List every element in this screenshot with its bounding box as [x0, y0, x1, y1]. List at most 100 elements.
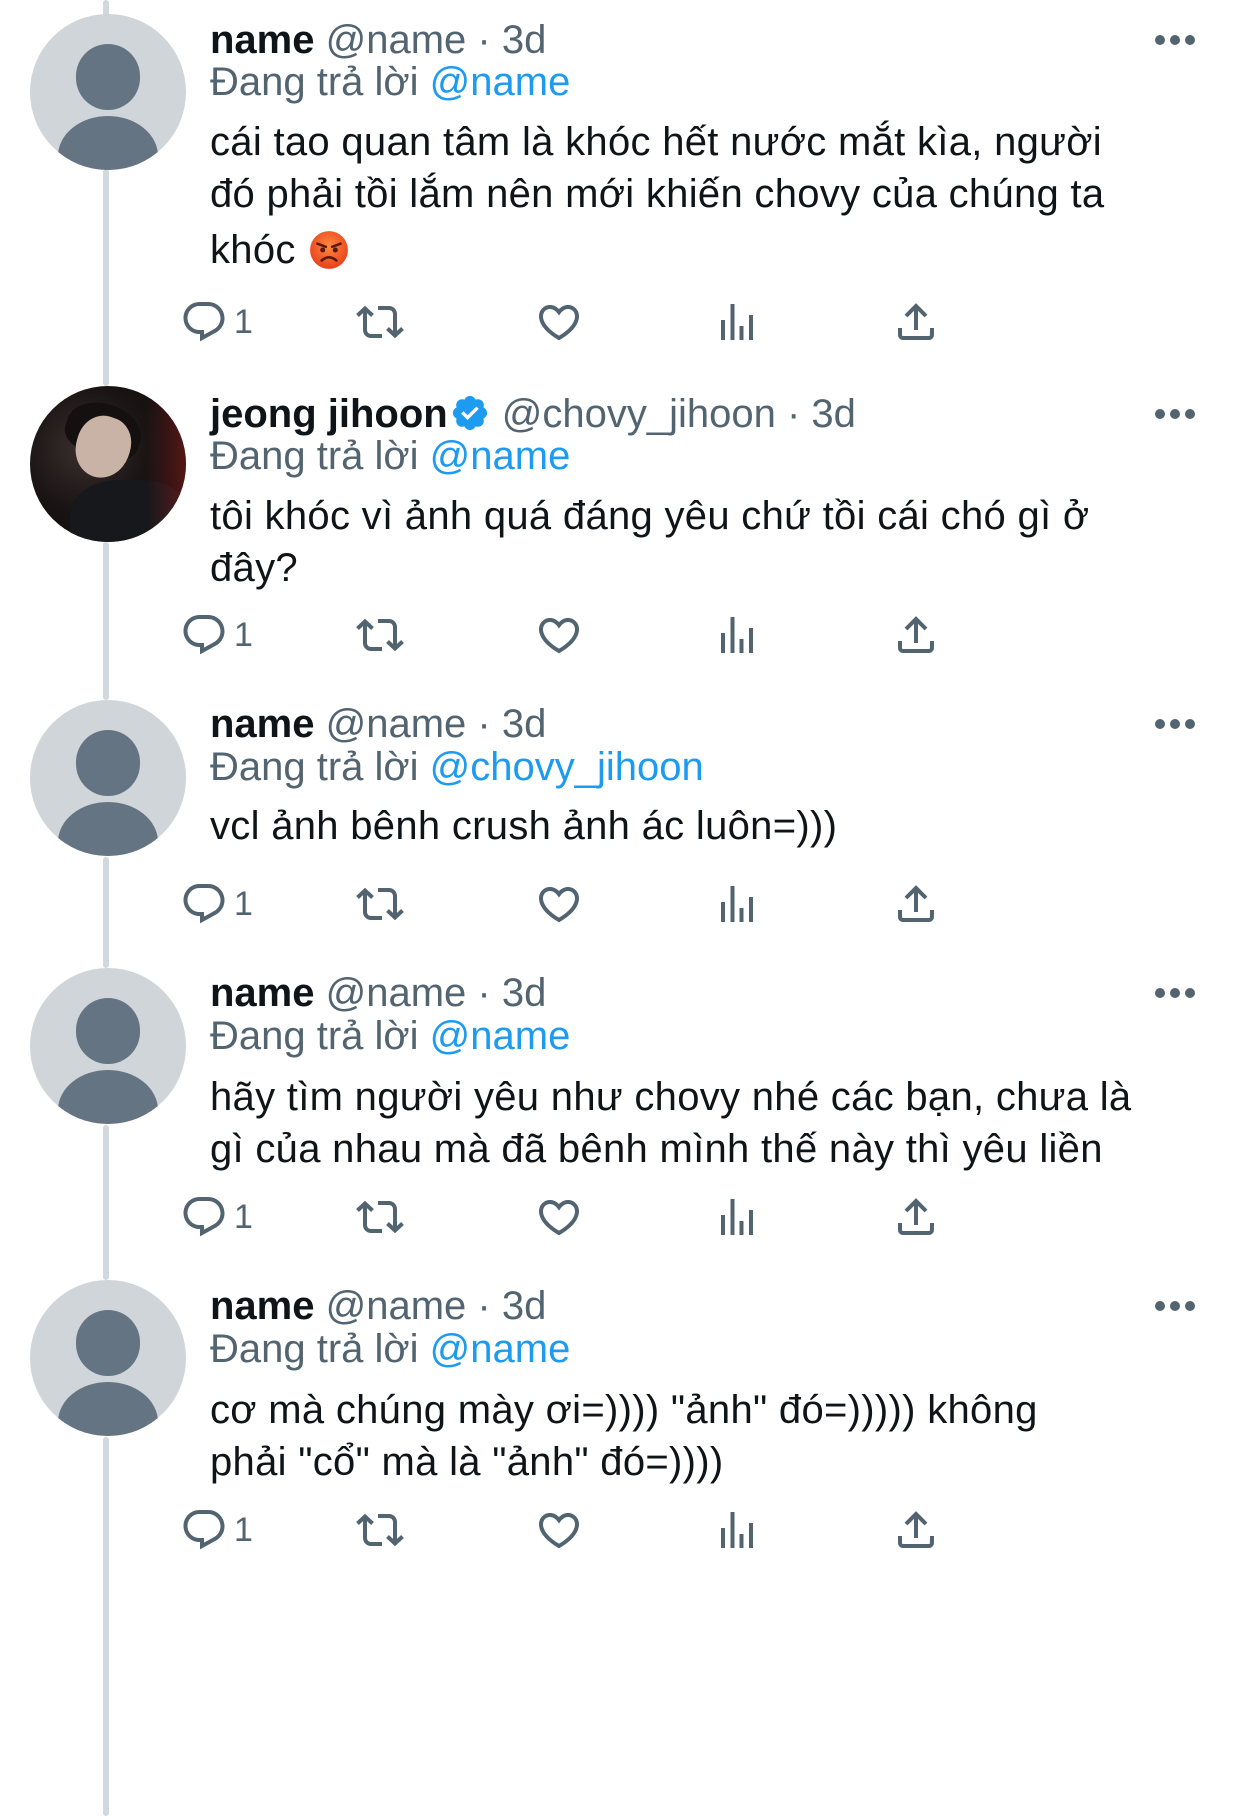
- retweet-button[interactable]: [356, 1500, 404, 1560]
- timestamp[interactable]: 3d: [502, 1284, 547, 1328]
- like-button[interactable]: [535, 605, 583, 665]
- timestamp[interactable]: 3d: [811, 392, 856, 436]
- more-options-icon[interactable]: [1155, 1301, 1195, 1313]
- share-button[interactable]: [892, 292, 940, 352]
- tweet-text-content: khóc: [210, 228, 296, 272]
- tweet-text-line: vcl ảnh bênh crush ảnh ác luôn=))): [210, 800, 1210, 852]
- views-button[interactable]: [713, 874, 761, 934]
- like-icon: [535, 880, 583, 928]
- tweet-actions: 1: [183, 605, 1110, 665]
- share-icon: [892, 298, 940, 346]
- retweet-icon: [356, 298, 404, 346]
- tweet-actions: 1: [183, 292, 1110, 352]
- retweet-icon: [356, 1506, 404, 1554]
- share-button[interactable]: [892, 1500, 940, 1560]
- reply-count: 1: [234, 1197, 253, 1236]
- display-name[interactable]: name: [210, 971, 315, 1015]
- tweet-text-line: tôi khóc vì ảnh quá đáng yêu chứ tồi cái…: [210, 490, 1210, 542]
- avatar[interactable]: [30, 14, 186, 170]
- mention-link[interactable]: @name: [430, 434, 571, 478]
- avatar[interactable]: [30, 1280, 186, 1436]
- views-button[interactable]: [713, 1500, 761, 1560]
- reply-button[interactable]: 1: [180, 1500, 253, 1560]
- views-icon: [713, 298, 761, 346]
- replying-to-label: Đang trả lời: [210, 1327, 419, 1371]
- mention-link[interactable]: @name: [430, 1327, 571, 1371]
- views-button[interactable]: [713, 1187, 761, 1247]
- user-handle[interactable]: @name: [326, 702, 467, 746]
- tweet-text: cái tao quan tâm là khóc hết nước mắt kì…: [210, 116, 1210, 276]
- tweet-text: cơ mà chúng mày ơi=)))) "ảnh" đó=))))) k…: [210, 1384, 1210, 1488]
- tweet-text: hãy tìm người yêu như chovy nhé các bạn,…: [210, 1071, 1210, 1175]
- replying-to-label: Đang trả lời: [210, 1014, 419, 1058]
- thread-connector-line: [103, 1437, 109, 1816]
- reply-icon: [180, 298, 228, 346]
- reply-count: 1: [234, 302, 253, 341]
- retweet-button[interactable]: [356, 874, 404, 934]
- share-button[interactable]: [892, 874, 940, 934]
- separator-dot: ·: [477, 702, 491, 746]
- replying-to: Đang trả lời @name: [210, 56, 570, 108]
- reply-icon: [180, 611, 228, 659]
- mention-link[interactable]: @chovy_jihoon: [430, 745, 704, 789]
- separator-dot: ·: [477, 1284, 491, 1328]
- reply-button[interactable]: 1: [180, 605, 253, 665]
- reply-button[interactable]: 1: [180, 874, 253, 934]
- display-name[interactable]: name: [210, 702, 315, 746]
- share-icon: [892, 1193, 940, 1241]
- tweet-text: vcl ảnh bênh crush ảnh ác luôn=))): [210, 800, 1210, 852]
- tweet-text-content: phải "cổ" mà là "ảnh" đó=)))): [210, 1440, 724, 1484]
- angry-face-emoji-icon: [308, 229, 350, 271]
- tweet-actions: 1: [183, 1500, 1110, 1560]
- share-button[interactable]: [892, 1187, 940, 1247]
- like-button[interactable]: [535, 292, 583, 352]
- like-icon: [535, 1193, 583, 1241]
- like-button[interactable]: [535, 1500, 583, 1560]
- tweet-text-line: gì của nhau mà đã bênh mình thế này thì …: [210, 1123, 1210, 1175]
- more-options-icon[interactable]: [1155, 719, 1195, 731]
- more-options-icon[interactable]: [1155, 35, 1195, 47]
- tweet-text-line: đó phải tồi lắm nên mới khiến chovy của …: [210, 168, 1210, 220]
- tweet-text-line: đây?: [210, 542, 1210, 594]
- separator-dot: ·: [786, 392, 801, 436]
- retweet-button[interactable]: [356, 1187, 404, 1247]
- mention-link[interactable]: @name: [430, 1014, 571, 1058]
- views-button[interactable]: [713, 605, 761, 665]
- avatar[interactable]: [30, 386, 186, 542]
- user-handle[interactable]: @name: [326, 1284, 467, 1328]
- like-button[interactable]: [535, 874, 583, 934]
- thread-connector-line: [103, 857, 109, 968]
- tweet-text-content: đó phải tồi lắm nên mới khiến chovy của …: [210, 172, 1105, 216]
- user-handle[interactable]: @name: [326, 971, 467, 1015]
- reply-count: 1: [234, 884, 253, 923]
- display-name[interactable]: name: [210, 1284, 315, 1328]
- separator-dot: ·: [477, 971, 491, 1015]
- timestamp[interactable]: 3d: [502, 971, 547, 1015]
- views-icon: [713, 611, 761, 659]
- reply-button[interactable]: 1: [180, 1187, 253, 1247]
- tweet-text-line: khóc: [210, 224, 1210, 276]
- retweet-button[interactable]: [356, 605, 404, 665]
- replying-to-label: Đang trả lời: [210, 60, 419, 104]
- views-icon: [713, 1193, 761, 1241]
- mention-link[interactable]: @name: [430, 60, 571, 104]
- tweet-text-content: cơ mà chúng mày ơi=)))) "ảnh" đó=))))) k…: [210, 1388, 1038, 1432]
- more-options-icon[interactable]: [1155, 988, 1195, 1000]
- replying-to-label: Đang trả lời: [210, 434, 419, 478]
- avatar[interactable]: [30, 968, 186, 1124]
- reply-icon: [180, 1193, 228, 1241]
- tweet-text-content: gì của nhau mà đã bênh mình thế này thì …: [210, 1127, 1103, 1171]
- retweet-icon: [356, 880, 404, 928]
- share-button[interactable]: [892, 605, 940, 665]
- reply-button[interactable]: 1: [180, 292, 253, 352]
- tweet-text-line: cái tao quan tâm là khóc hết nước mắt kì…: [210, 116, 1210, 168]
- timestamp[interactable]: 3d: [502, 702, 547, 746]
- reply-count: 1: [234, 1510, 253, 1549]
- like-button[interactable]: [535, 1187, 583, 1247]
- more-options-icon[interactable]: [1155, 409, 1195, 421]
- tweet-actions: 1: [183, 1187, 1110, 1247]
- avatar[interactable]: [30, 700, 186, 856]
- tweet-text-content: hãy tìm người yêu như chovy nhé các bạn,…: [210, 1075, 1132, 1119]
- retweet-button[interactable]: [356, 292, 404, 352]
- views-button[interactable]: [713, 292, 761, 352]
